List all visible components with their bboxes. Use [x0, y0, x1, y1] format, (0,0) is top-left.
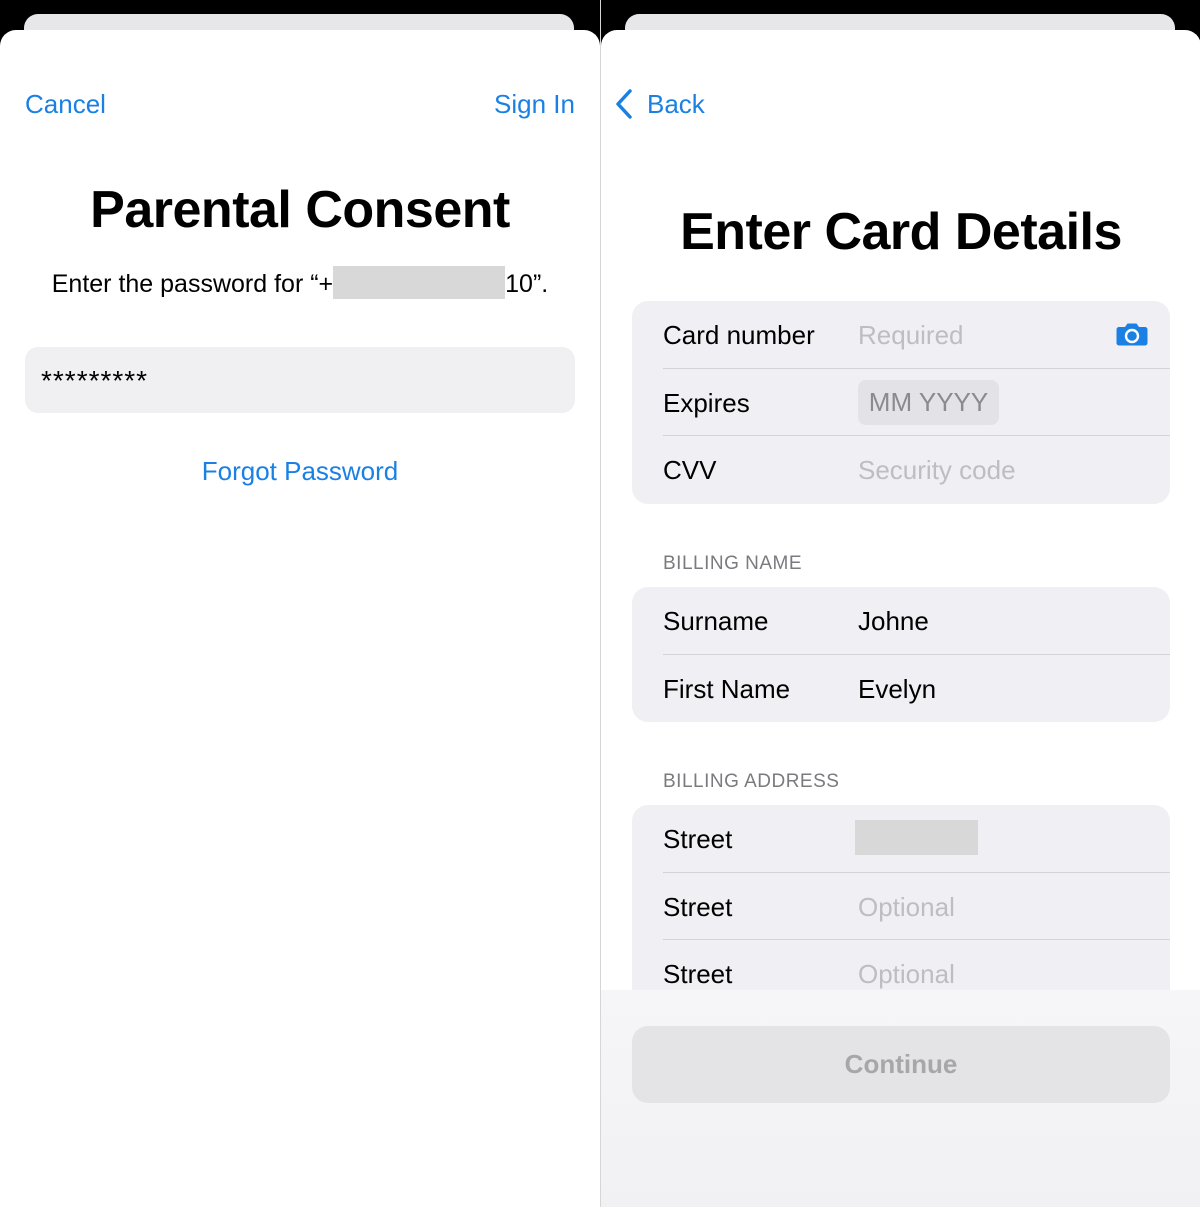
cvv-input[interactable]: Security code	[858, 453, 1016, 487]
password-field[interactable]: *********	[25, 347, 575, 413]
surname-label: Surname	[663, 606, 769, 636]
billing-name-group: Surname Johne First Name Evelyn	[632, 587, 1170, 722]
street-row-2[interactable]: Street Optional	[632, 873, 1170, 941]
billing-address-header: BILLING ADDRESS	[663, 771, 840, 792]
page-title: Enter Card Details	[680, 203, 1122, 261]
billing-address-group: Street Street Optional Street Optional	[632, 805, 1170, 1021]
sign-in-button[interactable]: Sign In	[494, 88, 575, 120]
first-name-label: First Name	[663, 673, 791, 704]
continue-button[interactable]: Continue	[632, 1026, 1170, 1103]
bottom-action-bar: Continue	[601, 990, 1200, 1207]
chevron-left-icon	[616, 89, 632, 119]
surname-row[interactable]: Surname Johne	[632, 587, 1170, 655]
cancel-button[interactable]: Cancel	[25, 88, 106, 120]
expires-row[interactable]: Expires MM YYYY	[632, 369, 1170, 437]
card-number-row[interactable]: Card number Required	[632, 301, 1170, 369]
cvv-row[interactable]: CVV Security code	[632, 436, 1170, 504]
prompt-prefix: Enter the password for “+	[51, 270, 334, 298]
back-label: Back	[647, 89, 705, 119]
street-label: Street	[663, 824, 733, 854]
street-input-2[interactable]: Optional	[858, 890, 955, 924]
expires-input[interactable]: MM YYYY	[858, 379, 999, 425]
forgot-password-link[interactable]: Forgot Password	[0, 456, 600, 487]
card-details-panel: Back Enter Card Details Card number Requ…	[600, 0, 1200, 1207]
card-number-label: Card number	[663, 320, 815, 350]
expires-label: Expires	[663, 387, 750, 418]
redacted-account	[333, 266, 506, 299]
page-title: Parental Consent	[90, 181, 510, 239]
parental-consent-sheet: Cancel Sign In Parental Consent Enter th…	[0, 30, 600, 1207]
street-label: Street	[663, 959, 733, 989]
first-name-input[interactable]: Evelyn	[858, 672, 936, 706]
billing-name-header: BILLING NAME	[663, 553, 803, 574]
street-row-1[interactable]: Street	[632, 805, 1170, 873]
card-details-sheet: Back Enter Card Details Card number Requ…	[601, 30, 1200, 1207]
street-input-3[interactable]: Optional	[858, 957, 955, 991]
surname-input[interactable]: Johne	[858, 604, 929, 638]
card-details-group: Card number Required Expires MM YYYY CVV…	[632, 301, 1170, 504]
parental-consent-panel: Cancel Sign In Parental Consent Enter th…	[0, 0, 600, 1207]
street-label: Street	[663, 891, 733, 922]
first-name-row[interactable]: First Name Evelyn	[632, 655, 1170, 723]
back-button[interactable]: Back	[613, 88, 705, 120]
street-input-redacted[interactable]	[855, 820, 978, 855]
password-prompt: Enter the password for “+ 10”.	[0, 266, 600, 301]
card-number-input[interactable]: Required	[858, 318, 964, 352]
cvv-label: CVV	[663, 455, 717, 485]
prompt-suffix: 10”.	[505, 270, 549, 298]
camera-icon[interactable]	[1116, 322, 1148, 346]
